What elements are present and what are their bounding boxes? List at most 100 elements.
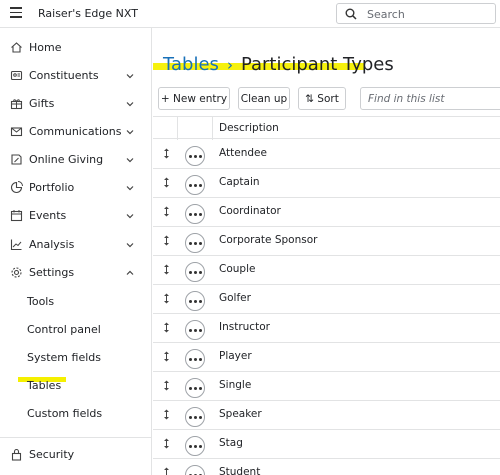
drag-handle-icon[interactable] — [163, 409, 170, 420]
find-placeholder: Find in this list — [368, 93, 445, 105]
breadcrumb-separator: › — [226, 56, 233, 74]
more-actions-button[interactable] — [185, 378, 205, 398]
drag-handle-icon[interactable] — [163, 293, 170, 304]
top-bar: Raiser's Edge NXT Search — [0, 0, 500, 28]
gear-icon — [11, 267, 22, 278]
sidebar-item-label: Communications — [29, 125, 122, 138]
column-divider — [212, 117, 213, 140]
gift-icon — [10, 99, 23, 110]
app-title: Raiser's Edge NXT — [38, 7, 138, 20]
chevron-down-icon — [126, 102, 134, 107]
page-title-text: Participant Types — [240, 54, 394, 75]
drag-handle-icon[interactable] — [163, 264, 170, 275]
sidebar-item-label: Events — [29, 209, 67, 222]
new-entry-button[interactable]: + New entry — [158, 87, 230, 110]
drag-handle-icon[interactable] — [163, 380, 170, 391]
search-icon — [345, 8, 357, 20]
sidebar-item-online-giving[interactable]: Online Giving — [0, 148, 152, 172]
settings-subitem-tables[interactable]: Tables — [0, 375, 152, 397]
table-row[interactable]: Golfer — [153, 285, 500, 314]
settings-subitem-system-fields[interactable]: System fields — [0, 347, 152, 369]
row-description: Student — [219, 466, 261, 475]
table-row[interactable]: Attendee — [153, 140, 500, 169]
sidebar-item-home[interactable]: Home — [0, 36, 152, 60]
table-row[interactable]: Student — [153, 459, 500, 475]
settings-subitem-control-panel[interactable]: Control panel — [0, 319, 152, 341]
table-row[interactable]: Coordinator — [153, 198, 500, 227]
clean-up-button[interactable]: Clean up — [238, 87, 290, 110]
table-row[interactable]: Single — [153, 372, 500, 401]
chevron-down-icon — [126, 158, 134, 163]
row-description: Coordinator — [219, 205, 281, 217]
drag-handle-icon[interactable] — [163, 322, 170, 333]
row-description: Captain — [219, 176, 260, 188]
more-actions-button[interactable] — [185, 349, 205, 369]
sidebar-item-analysis[interactable]: Analysis — [0, 233, 152, 257]
table-row[interactable]: Corporate Sponsor — [153, 227, 500, 256]
settings-subitem-tools[interactable]: Tools — [0, 291, 152, 313]
table-row[interactable]: Speaker — [153, 401, 500, 430]
settings-subitem-custom-fields[interactable]: Custom fields — [0, 403, 152, 425]
row-description: Golfer — [219, 292, 251, 304]
drag-handle-icon[interactable] — [163, 438, 170, 449]
row-description: Couple — [219, 263, 256, 275]
subitem-label: Tables — [27, 379, 62, 392]
sidebar-item-communications[interactable]: Communications — [0, 120, 152, 144]
table-row[interactable]: Couple — [153, 256, 500, 285]
sidebar-item-settings[interactable]: Settings — [0, 261, 152, 285]
sidebar-item-portfolio[interactable]: Portfolio — [0, 176, 152, 200]
drag-handle-icon[interactable] — [163, 351, 170, 362]
find-in-list-input[interactable]: Find in this list — [360, 87, 500, 110]
page-title: Tables › Participant Types — [163, 54, 394, 75]
menu-icon[interactable] — [10, 7, 22, 19]
sidebar-item-security[interactable]: Security — [0, 443, 152, 467]
drag-handle-icon[interactable] — [163, 235, 170, 246]
table-row[interactable]: Player — [153, 343, 500, 372]
drag-handle-icon[interactable] — [163, 177, 170, 188]
chevron-down-icon — [126, 130, 134, 135]
subitem-label: Custom fields — [27, 407, 103, 420]
chevron-down-icon — [126, 74, 134, 79]
table-row[interactable]: Captain — [153, 169, 500, 198]
sidebar-item-label: Settings — [29, 266, 75, 279]
sidebar-item-events[interactable]: Events — [0, 204, 152, 228]
sidebar-item-gifts[interactable]: Gifts — [0, 92, 152, 116]
table-header: Description — [153, 116, 500, 140]
more-actions-button[interactable] — [185, 204, 205, 224]
column-divider — [177, 117, 178, 140]
breadcrumb-tables[interactable]: Tables — [163, 54, 219, 75]
drag-handle-icon[interactable] — [163, 467, 170, 475]
sort-button[interactable]: ⇅ Sort — [298, 87, 346, 110]
chevron-down-icon — [126, 243, 134, 248]
chevron-up-icon — [126, 270, 134, 275]
more-actions-button[interactable] — [185, 291, 205, 311]
more-actions-button[interactable] — [185, 233, 205, 253]
chevron-down-icon — [126, 214, 134, 219]
row-description: Stag — [219, 437, 243, 449]
row-description: Attendee — [219, 147, 267, 159]
more-actions-button[interactable] — [185, 146, 205, 166]
more-actions-button[interactable] — [185, 436, 205, 456]
row-description: Single — [219, 379, 252, 391]
row-description: Instructor — [219, 321, 270, 333]
sidebar-item-constituents[interactable]: Constituents — [0, 64, 152, 88]
subitem-label: System fields — [27, 351, 101, 364]
search-box[interactable]: Search — [336, 3, 496, 24]
table-row[interactable]: Instructor — [153, 314, 500, 343]
sidebar-item-label: Constituents — [29, 69, 99, 82]
constituents-icon — [10, 70, 23, 81]
table-row[interactable]: Stag — [153, 430, 500, 459]
drag-handle-icon[interactable] — [163, 206, 170, 217]
more-actions-button[interactable] — [185, 320, 205, 340]
more-actions-button[interactable] — [185, 175, 205, 195]
search-placeholder: Search — [367, 8, 405, 21]
drag-handle-icon[interactable] — [163, 148, 170, 159]
more-actions-button[interactable] — [185, 465, 205, 475]
home-icon — [11, 42, 22, 53]
column-header-description[interactable]: Description — [219, 122, 279, 134]
toolbar: + New entry Clean up ⇅ Sort Find in this… — [153, 87, 500, 111]
more-actions-button[interactable] — [185, 262, 205, 282]
more-actions-button[interactable] — [185, 407, 205, 427]
sidebar-item-label: Home — [29, 41, 62, 54]
lock-icon — [11, 448, 22, 461]
